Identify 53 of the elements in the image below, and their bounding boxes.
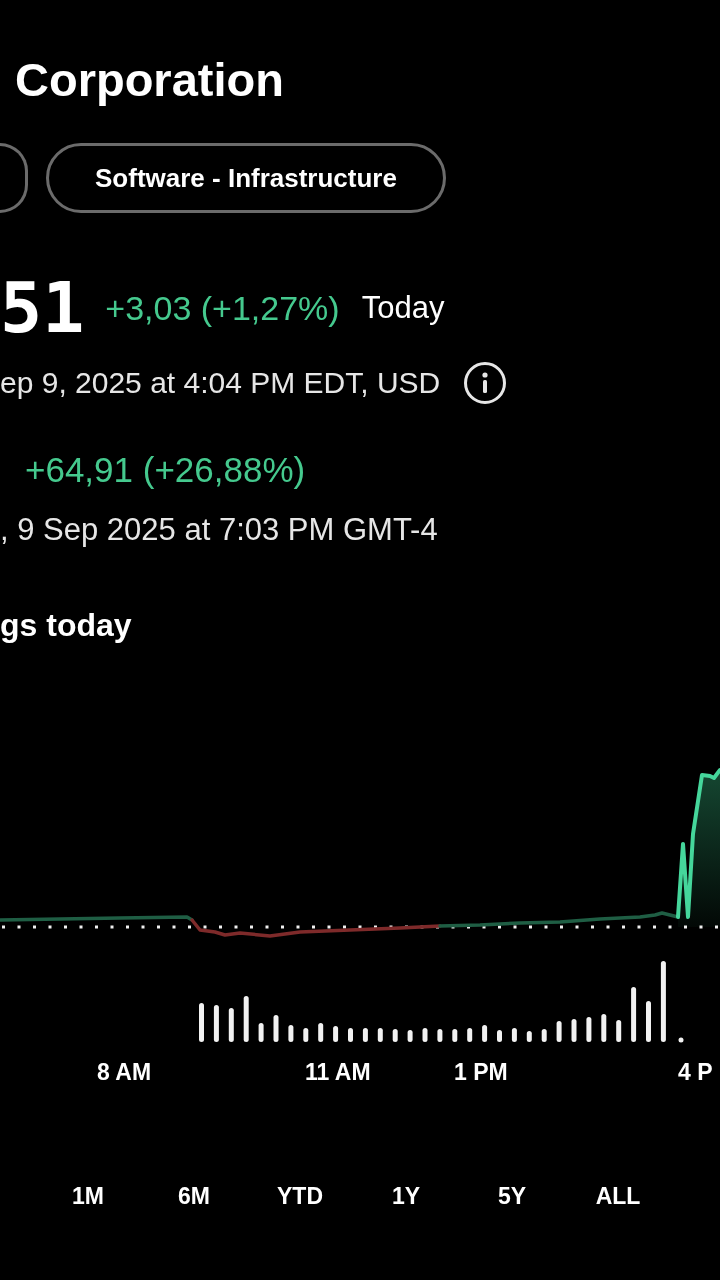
time-axis-label: 4 P <box>678 1058 713 1087</box>
volume-bar <box>646 1001 651 1042</box>
volume-bar <box>556 1021 562 1042</box>
after-hours-change: +64,91 (+26,88%) <box>25 449 306 491</box>
volume-bar <box>452 1029 458 1042</box>
range-tab[interactable]: 5Y <box>485 1176 539 1216</box>
volume-bar <box>318 1023 324 1042</box>
volume-bar <box>213 1005 219 1042</box>
volume-bar <box>377 1028 383 1042</box>
price-change: +3,03 (+1,27%) <box>105 288 340 329</box>
volume-bar <box>258 1023 264 1042</box>
range-tab[interactable]: 1M <box>60 1176 116 1216</box>
time-axis-label: 1 PM <box>454 1058 508 1087</box>
range-tab[interactable]: YTD <box>265 1176 335 1216</box>
volume-bar <box>243 996 249 1042</box>
volume-bar <box>348 1028 353 1042</box>
stock-price: 51 <box>0 268 85 348</box>
volume-bar <box>601 1014 607 1042</box>
volume-bar <box>303 1028 309 1042</box>
volume-bar <box>497 1030 502 1042</box>
volume-bar <box>571 1019 577 1042</box>
volume-bar <box>511 1028 517 1042</box>
volume-bar <box>526 1031 532 1042</box>
volume-bar <box>288 1025 294 1042</box>
company-name: Corporation <box>15 52 284 108</box>
volume-bar <box>616 1020 622 1042</box>
period-label: Today <box>361 289 445 327</box>
volume-bar <box>392 1029 398 1042</box>
volume-bar <box>678 1037 684 1043</box>
quote-timestamp: ep 9, 2025 at 4:04 PM EDT, USD <box>0 365 441 401</box>
tag-chip[interactable] <box>0 143 28 213</box>
volume-bar <box>422 1028 428 1042</box>
volume-bar <box>199 1003 204 1042</box>
volume-bar <box>362 1028 368 1042</box>
volume-bar <box>631 987 637 1042</box>
volume-bar <box>437 1029 443 1042</box>
info-icon[interactable] <box>464 362 507 404</box>
earnings-note: gs today <box>0 606 132 645</box>
range-tab[interactable]: ALL <box>583 1176 653 1216</box>
range-tab[interactable]: 1Y <box>379 1176 433 1216</box>
volume-bar <box>228 1008 234 1042</box>
range-tab[interactable]: 6M <box>166 1176 222 1216</box>
volume-bar <box>467 1028 473 1042</box>
volume-bar <box>482 1025 488 1042</box>
volume-bar <box>586 1017 592 1042</box>
volume-bar <box>541 1029 547 1042</box>
volume-bar <box>273 1015 279 1042</box>
after-hours-timestamp: , 9 Sep 2025 at 7:03 PM GMT-4 <box>0 511 438 549</box>
volume-bar <box>407 1030 413 1042</box>
time-axis-label: 11 AM <box>305 1058 371 1087</box>
volume-bar <box>333 1026 339 1042</box>
time-axis-label: 8 AM <box>97 1058 152 1087</box>
sector-chip[interactable]: Software - Infrastructure <box>46 143 446 213</box>
